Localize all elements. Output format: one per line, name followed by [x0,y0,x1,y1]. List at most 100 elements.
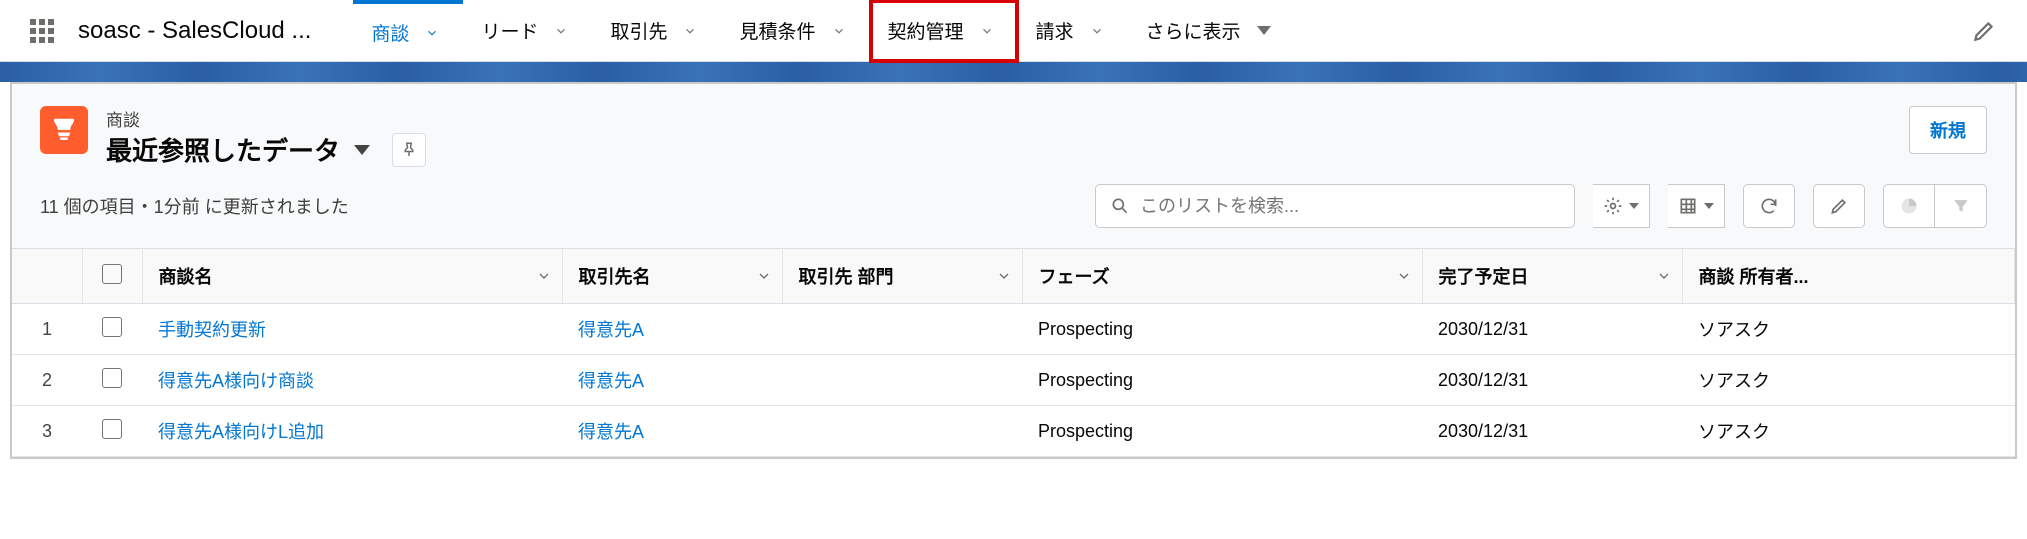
table-icon [1678,196,1698,216]
account-link[interactable]: 得意先A [578,371,644,391]
cell-phase: Prospecting [1022,406,1422,457]
chart-button[interactable] [1883,184,1935,228]
edit-nav-icon[interactable] [1971,18,1997,44]
cell-close: 2030/12/31 [1422,355,1682,406]
cell-dept [782,406,1022,457]
opportunity-link[interactable]: 得意先A様向け商談 [158,371,314,391]
col-select-all[interactable] [82,249,142,304]
inline-edit-button[interactable] [1813,184,1865,228]
table-row: 2 得意先A様向け商談 得意先A Prospecting2030/12/31ソアスク [12,355,2015,406]
refresh-icon [1759,196,1779,216]
nav-tab-label: 契約管理 [888,17,964,44]
chevron-down-icon[interactable] [826,18,852,44]
cell-dept [782,355,1022,406]
col-dept[interactable]: 取引先 部門 [782,249,1022,304]
cell-account: 得意先A [562,304,782,355]
chevron-down-icon[interactable] [1084,18,1110,44]
refresh-button[interactable] [1743,184,1795,228]
col-rownum [12,249,82,304]
cell-close: 2030/12/31 [1422,304,1682,355]
nav-tab-契約管理[interactable]: 契約管理 [870,0,1018,62]
opportunity-icon [40,106,88,154]
chevron-down-icon[interactable] [677,18,703,44]
row-number: 2 [12,355,82,406]
nav-tab-リード[interactable]: リード [463,0,592,62]
app-launcher-icon[interactable] [30,19,54,43]
cell-close: 2030/12/31 [1422,406,1682,457]
list-view-name[interactable]: 最近参照したデータ [106,131,340,168]
account-link[interactable]: 得意先A [578,422,644,442]
cell-account: 得意先A [562,406,782,457]
nav-tab-label: 請求 [1036,17,1074,44]
chevron-down-icon [756,268,772,284]
col-owner[interactable]: 商談 所有者... [1682,249,2015,304]
checkbox[interactable] [102,317,122,337]
nav-tab-請求[interactable]: 請求 [1018,0,1128,62]
col-phase[interactable]: フェーズ [1022,249,1422,304]
cell-phase: Prospecting [1022,355,1422,406]
nav-tab-label: リード [481,17,538,44]
cell-owner: ソアスク [1682,355,2015,406]
list-status: 11 個の項目・1分前 に更新されました [40,193,349,219]
col-close[interactable]: 完了予定日 [1422,249,1682,304]
cell-account: 得意先A [562,355,782,406]
chevron-down-icon[interactable] [1251,18,1277,44]
new-button[interactable]: 新規 [1909,106,1987,154]
filter-icon [1951,196,1971,216]
chevron-down-icon [1396,268,1412,284]
checkbox[interactable] [102,264,122,284]
account-link[interactable]: 得意先A [578,320,644,340]
nav-tab-label: 見積条件 [739,17,815,44]
cell-phase: Prospecting [1022,304,1422,355]
checkbox[interactable] [102,419,122,439]
nav-tab-取引先[interactable]: 取引先 [592,0,721,62]
cell-name: 手動契約更新 [142,304,562,355]
chevron-down-icon [1629,203,1639,209]
table-row: 3 得意先A様向けL追加 得意先A Prospecting2030/12/31ソアスク [12,406,2015,457]
col-name[interactable]: 商談名 [142,249,562,304]
filter-button[interactable] [1935,184,1987,228]
chevron-down-icon[interactable] [419,20,445,46]
list-settings-button[interactable] [1593,184,1650,228]
cell-owner: ソアスク [1682,304,2015,355]
nav-tab-商談[interactable]: 商談 [353,0,463,62]
row-select[interactable] [82,355,142,406]
table-header-row: 商談名 取引先名 取引先 部門 フェーズ 完了予定日 商談 所有者... [12,249,2015,304]
chevron-down-icon [1656,268,1672,284]
list-view-picker-icon[interactable] [354,145,370,155]
row-number: 3 [12,406,82,457]
nav-tab-label: さらに表示 [1146,17,1241,44]
cell-dept [782,304,1022,355]
search-input[interactable] [1140,196,1560,217]
list-search[interactable] [1095,184,1575,228]
object-label: 商談 [106,106,426,131]
chevron-down-icon[interactable] [548,18,574,44]
checkbox[interactable] [102,368,122,388]
row-number: 1 [12,304,82,355]
opportunity-link[interactable]: 手動契約更新 [158,320,266,340]
decorative-band [0,62,2027,82]
table-row: 1 手動契約更新 得意先A Prospecting2030/12/31ソアスク [12,304,2015,355]
row-select[interactable] [82,406,142,457]
pin-button[interactable] [392,133,426,167]
cell-owner: ソアスク [1682,406,2015,457]
gear-icon [1603,196,1623,216]
opportunity-link[interactable]: 得意先A様向けL追加 [158,422,324,442]
nav-tab-見積条件[interactable]: 見積条件 [721,0,869,62]
chevron-down-icon [996,268,1012,284]
row-select[interactable] [82,304,142,355]
chevron-down-icon[interactable] [974,18,1000,44]
search-icon [1110,196,1130,216]
cell-name: 得意先A様向けL追加 [142,406,562,457]
chevron-down-icon [1704,203,1714,209]
nav-tab-label: 商談 [371,19,409,46]
app-name: soasc - SalesCloud ... [78,17,311,45]
pencil-icon [1829,196,1849,216]
col-account[interactable]: 取引先名 [562,249,782,304]
chart-icon [1899,196,1919,216]
nav-tab-label: 取引先 [610,17,667,44]
pin-icon [400,141,418,159]
display-as-button[interactable] [1668,184,1725,228]
chevron-down-icon [536,268,552,284]
nav-tab-さらに表示[interactable]: さらに表示 [1128,0,1295,62]
